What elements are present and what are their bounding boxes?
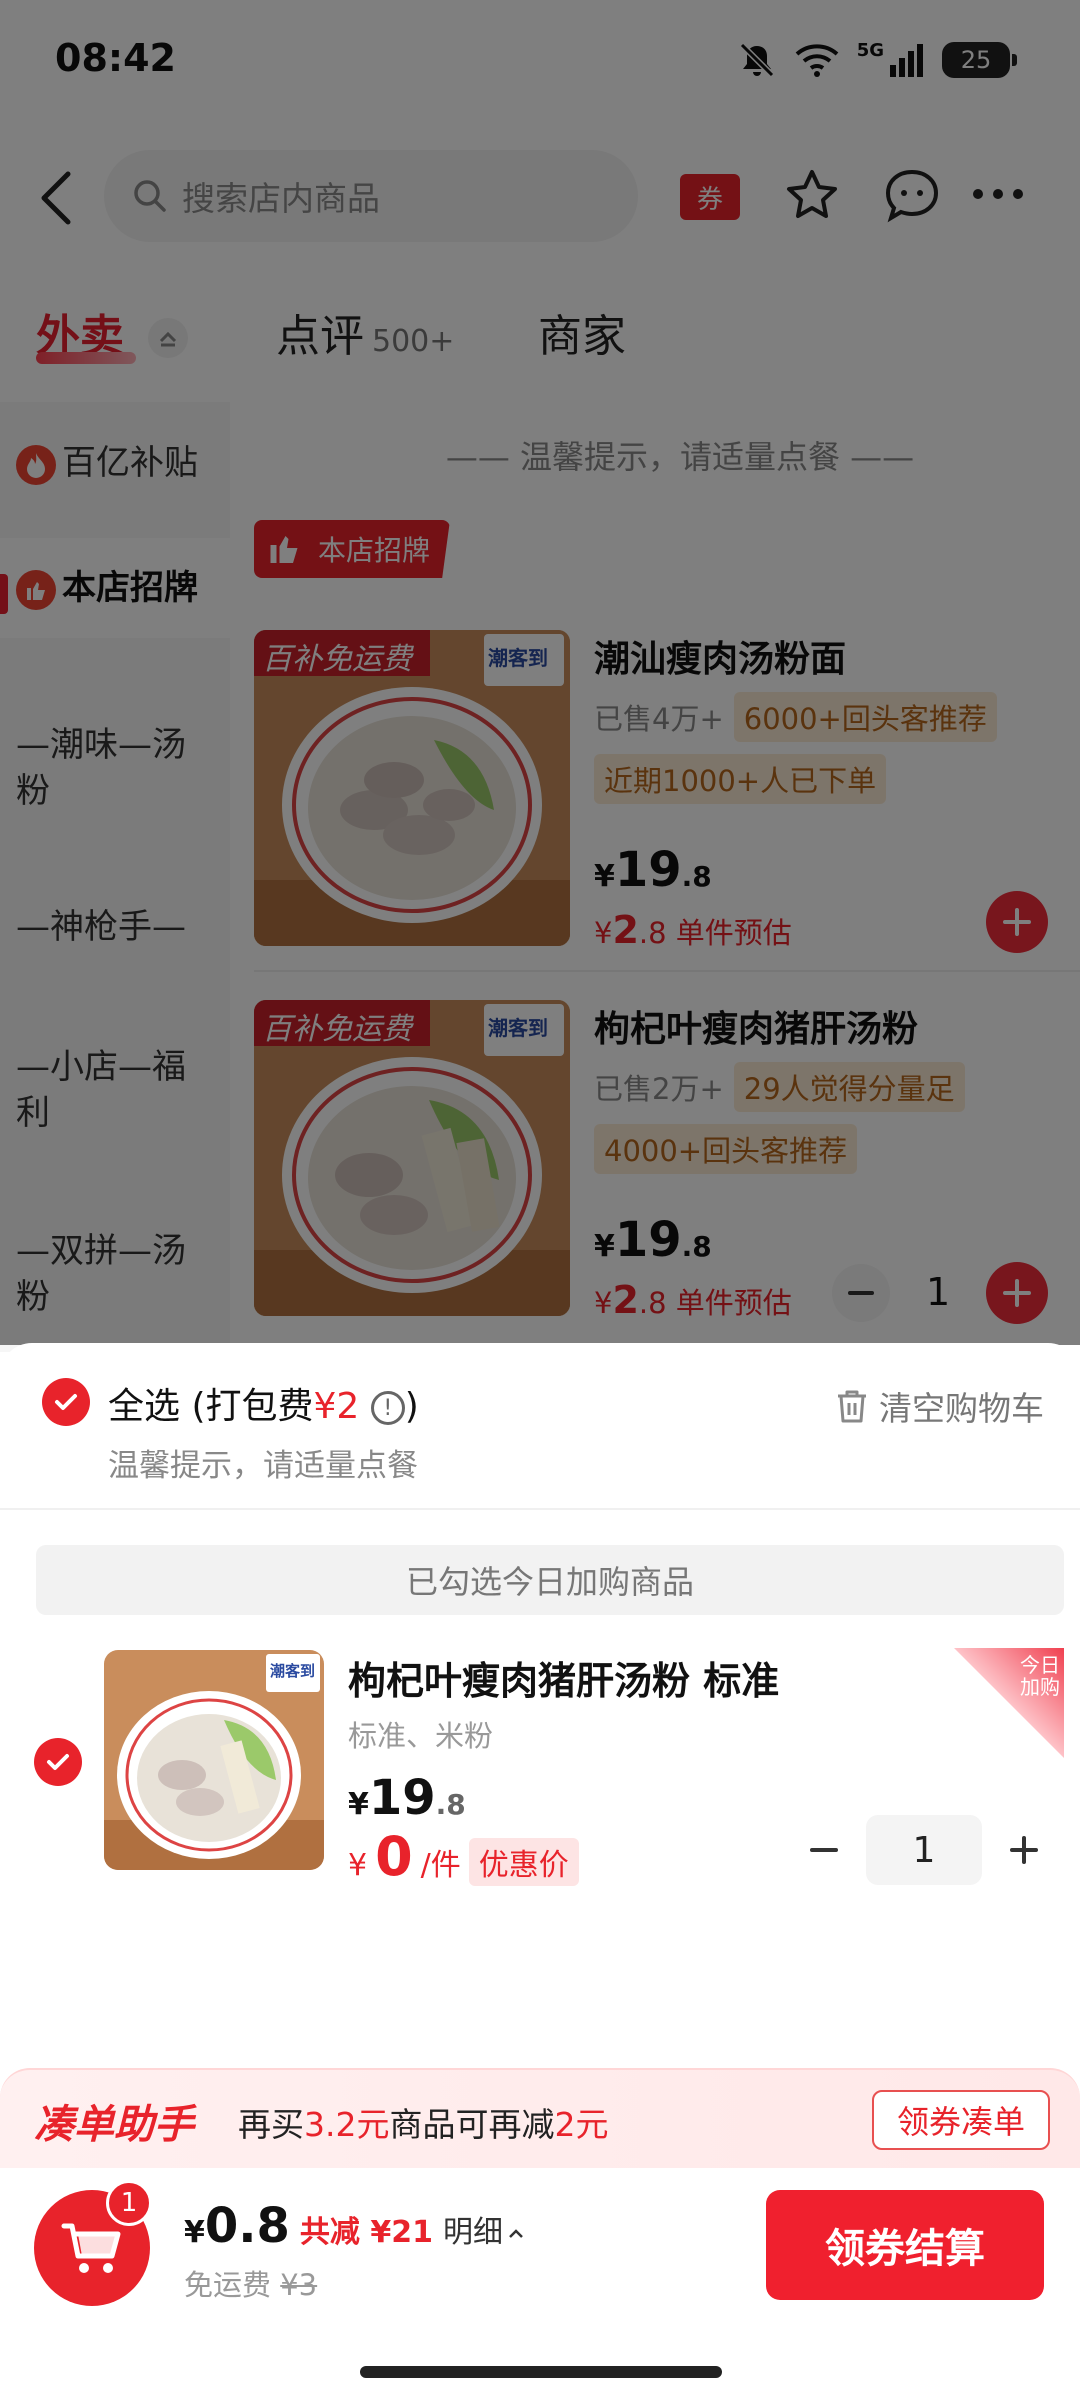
shopping-cart-icon: [60, 2218, 124, 2278]
cart-item-spec: 标准、米粉: [348, 1719, 494, 1753]
home-indicator[interactable]: [360, 2366, 722, 2378]
cart-item-name[interactable]: 枸杞叶瘦肉猪肝汤粉 标准: [348, 1650, 779, 1705]
get-coupon-button[interactable]: 领券凑单: [872, 2090, 1050, 2150]
clear-cart-label: 清空购物车: [879, 1389, 1044, 1428]
corner-tag-line-1: 今日: [1020, 1653, 1060, 1677]
order-helper-text: 再买3.2元商品可再减2元: [238, 2098, 608, 2146]
corner-tag-line-2: 加购: [1020, 1675, 1060, 1699]
fee-label: 免运费: [184, 2268, 272, 2302]
cart-item-deal-price: ¥0/件 优惠价: [348, 1825, 579, 1888]
price-currency: ¥: [348, 1787, 369, 1822]
promo-amount-2: 2元: [554, 2105, 609, 2144]
packing-suffix: ): [404, 1386, 419, 1427]
promo-text-1: 再买: [238, 2105, 304, 2144]
cart-count-badge: 1: [106, 2180, 152, 2226]
corner-tag-text: 今日 加购: [1020, 1654, 1060, 1698]
quantity-value[interactable]: 1: [866, 1815, 982, 1885]
info-icon[interactable]: !: [370, 1391, 405, 1425]
brand-logo: 潮客到: [270, 1662, 316, 1680]
section-banner: 已勾选今日加购商品: [36, 1545, 1064, 1615]
deal-tag: 优惠价: [468, 1838, 579, 1886]
decrease-quantity-button[interactable]: [804, 1830, 844, 1870]
packing-fee: ¥2: [313, 1386, 360, 1427]
price-int: 19: [368, 1770, 436, 1826]
trash-icon: [835, 1388, 869, 1424]
total-amount: 0.8: [204, 2198, 290, 2254]
cart-item-image[interactable]: [104, 1650, 324, 1870]
per-unit: /件: [420, 1848, 461, 1883]
promo-text-2: 商品可再减: [389, 2105, 555, 2144]
packing-prefix: (打包费: [191, 1386, 314, 1427]
select-all-checkbox[interactable]: [42, 1378, 90, 1426]
cart-total: ¥0.8 共减 ¥21 明细: [184, 2198, 525, 2254]
detail-label: 明细: [442, 2215, 503, 2250]
deal-currency: ¥: [348, 1848, 368, 1883]
clear-cart-button[interactable]: 清空购物车: [835, 1382, 1044, 1430]
modal-backdrop[interactable]: [0, 0, 1080, 1345]
select-all-label: 全选: [108, 1386, 181, 1427]
increase-quantity-button[interactable]: [1004, 1830, 1044, 1870]
total-currency: ¥: [184, 2215, 205, 2250]
deal-price: 0: [375, 1825, 413, 1888]
quantity-stepper: 1: [804, 1815, 1044, 1885]
delivery-fee: 免运费 ¥3: [184, 2262, 317, 2304]
fee-original: ¥3: [280, 2268, 318, 2302]
item-checkbox[interactable]: [34, 1738, 82, 1786]
checkout-button[interactable]: 领券结算: [766, 2190, 1044, 2300]
price-detail-toggle[interactable]: 明细: [443, 2207, 525, 2251]
chevron-up-icon: [507, 2227, 525, 2241]
cart-warm-tip: 温馨提示，请适量点餐: [108, 1448, 418, 1484]
divider: [0, 1508, 1080, 1510]
select-all-row: 全选 (打包费¥2 !): [108, 1377, 419, 1429]
total-saved: 共减 ¥21: [299, 2215, 433, 2250]
order-helper-title: 凑单助手: [34, 2102, 194, 2148]
cart-item-price: ¥19.8: [348, 1770, 466, 1826]
promo-amount-1: 3.2元: [304, 2105, 390, 2144]
price-dec: .8: [435, 1788, 466, 1821]
